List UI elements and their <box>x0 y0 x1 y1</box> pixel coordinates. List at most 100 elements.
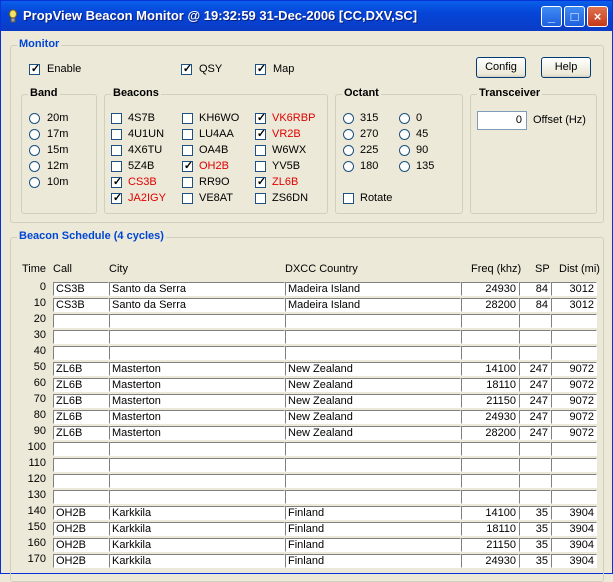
cell-dist[interactable]: 9072 <box>551 362 597 376</box>
cell-freq[interactable]: 18110 <box>461 378 519 392</box>
cell-city[interactable]: Santo da Serra <box>109 298 285 312</box>
cell-freq[interactable] <box>461 458 519 472</box>
cell-country[interactable]: New Zealand <box>285 410 461 424</box>
cell-freq[interactable]: 24930 <box>461 554 519 568</box>
cell-sp[interactable] <box>519 346 551 360</box>
cell-call[interactable] <box>53 346 109 360</box>
cell-freq[interactable]: 28200 <box>461 426 519 440</box>
cell-sp[interactable] <box>519 442 551 456</box>
cell-country[interactable]: Finland <box>285 522 461 536</box>
cell-call[interactable] <box>53 330 109 344</box>
beacon-checkbox-ve8at[interactable] <box>182 193 193 204</box>
octant-radio-135[interactable] <box>399 161 410 172</box>
beacon-checkbox-oa4b[interactable] <box>182 145 193 156</box>
beacon-checkbox-zs6dn[interactable] <box>255 193 266 204</box>
cell-call[interactable]: OH2B <box>53 506 109 520</box>
cell-dist[interactable] <box>551 458 597 472</box>
rotate-checkbox[interactable] <box>343 193 354 204</box>
minimize-button[interactable]: _ <box>541 6 562 27</box>
band-radio-15m[interactable] <box>29 145 40 156</box>
cell-dist[interactable]: 3904 <box>551 522 597 536</box>
octant-radio-90[interactable] <box>399 145 410 156</box>
cell-freq[interactable]: 24930 <box>461 282 519 296</box>
cell-freq[interactable]: 18110 <box>461 522 519 536</box>
cell-call[interactable]: ZL6B <box>53 378 109 392</box>
cell-city[interactable]: Karkkila <box>109 554 285 568</box>
cell-dist[interactable]: 3904 <box>551 506 597 520</box>
title-bar[interactable]: PropView Beacon Monitor @ 19:32:59 31-De… <box>1 1 612 31</box>
beacon-checkbox-vr2b[interactable]: ✓ <box>255 128 266 140</box>
cell-country[interactable]: New Zealand <box>285 394 461 408</box>
cell-city[interactable] <box>109 458 285 472</box>
cell-call[interactable] <box>53 314 109 328</box>
cell-freq[interactable]: 14100 <box>461 362 519 376</box>
cell-call[interactable]: CS3B <box>53 298 109 312</box>
cell-city[interactable]: Karkkila <box>109 538 285 552</box>
cell-city[interactable] <box>109 346 285 360</box>
cell-dist[interactable] <box>551 442 597 456</box>
cell-call[interactable] <box>53 442 109 456</box>
cell-sp[interactable] <box>519 458 551 472</box>
band-radio-10m[interactable] <box>29 177 40 188</box>
beacon-checkbox-4u1un[interactable] <box>111 129 122 140</box>
cell-sp[interactable]: 35 <box>519 538 551 552</box>
cell-sp[interactable]: 247 <box>519 394 551 408</box>
cell-dist[interactable]: 3904 <box>551 538 597 552</box>
config-button[interactable]: Config <box>476 57 526 78</box>
cell-call[interactable]: CS3B <box>53 282 109 296</box>
cell-freq[interactable] <box>461 330 519 344</box>
cell-call[interactable]: OH2B <box>53 522 109 536</box>
cell-country[interactable]: Madeira Island <box>285 282 461 296</box>
cell-city[interactable]: Karkkila <box>109 506 285 520</box>
beacon-checkbox-zl6b[interactable]: ✓ <box>255 176 266 188</box>
beacon-checkbox-4x6tu[interactable] <box>111 145 122 156</box>
cell-call[interactable]: OH2B <box>53 554 109 568</box>
octant-radio-225[interactable] <box>343 145 354 156</box>
cell-dist[interactable] <box>551 490 597 504</box>
cell-call[interactable] <box>53 474 109 488</box>
cell-call[interactable]: ZL6B <box>53 426 109 440</box>
cell-dist[interactable] <box>551 474 597 488</box>
cell-freq[interactable]: 21150 <box>461 538 519 552</box>
beacon-checkbox-cs3b[interactable]: ✓ <box>111 176 122 188</box>
offset-input[interactable]: 0 <box>477 111 527 130</box>
enable-checkbox[interactable]: ✓ <box>29 63 40 75</box>
beacon-checkbox-5z4b[interactable] <box>111 161 122 172</box>
cell-country[interactable]: New Zealand <box>285 378 461 392</box>
cell-city[interactable] <box>109 330 285 344</box>
band-radio-17m[interactable] <box>29 129 40 140</box>
cell-country[interactable] <box>285 314 461 328</box>
octant-radio-315[interactable] <box>343 113 354 124</box>
octant-radio-45[interactable] <box>399 129 410 140</box>
cell-dist[interactable]: 9072 <box>551 394 597 408</box>
cell-freq[interactable]: 14100 <box>461 506 519 520</box>
cell-dist[interactable]: 9072 <box>551 410 597 424</box>
cell-city[interactable] <box>109 474 285 488</box>
cell-freq[interactable] <box>461 346 519 360</box>
cell-country[interactable]: New Zealand <box>285 426 461 440</box>
qsy-checkbox[interactable]: ✓ <box>181 63 192 75</box>
cell-freq[interactable]: 24930 <box>461 410 519 424</box>
cell-dist[interactable]: 9072 <box>551 426 597 440</box>
cell-freq[interactable]: 28200 <box>461 298 519 312</box>
beacon-checkbox-vk6rbp[interactable]: ✓ <box>255 112 266 124</box>
band-radio-20m[interactable] <box>29 113 40 124</box>
cell-country[interactable]: Finland <box>285 506 461 520</box>
cell-sp[interactable]: 35 <box>519 522 551 536</box>
cell-call[interactable]: ZL6B <box>53 410 109 424</box>
cell-city[interactable] <box>109 442 285 456</box>
octant-radio-180[interactable] <box>343 161 354 172</box>
maximize-button[interactable]: □ <box>564 6 585 27</box>
cell-city[interactable]: Santo da Serra <box>109 282 285 296</box>
cell-city[interactable]: Masterton <box>109 426 285 440</box>
cell-dist[interactable]: 9072 <box>551 378 597 392</box>
cell-country[interactable]: New Zealand <box>285 362 461 376</box>
cell-country[interactable]: Madeira Island <box>285 298 461 312</box>
beacon-checkbox-lu4aa[interactable] <box>182 129 193 140</box>
cell-dist[interactable] <box>551 314 597 328</box>
cell-sp[interactable] <box>519 314 551 328</box>
cell-country[interactable]: Finland <box>285 554 461 568</box>
cell-city[interactable]: Masterton <box>109 394 285 408</box>
cell-sp[interactable] <box>519 330 551 344</box>
cell-freq[interactable] <box>461 442 519 456</box>
